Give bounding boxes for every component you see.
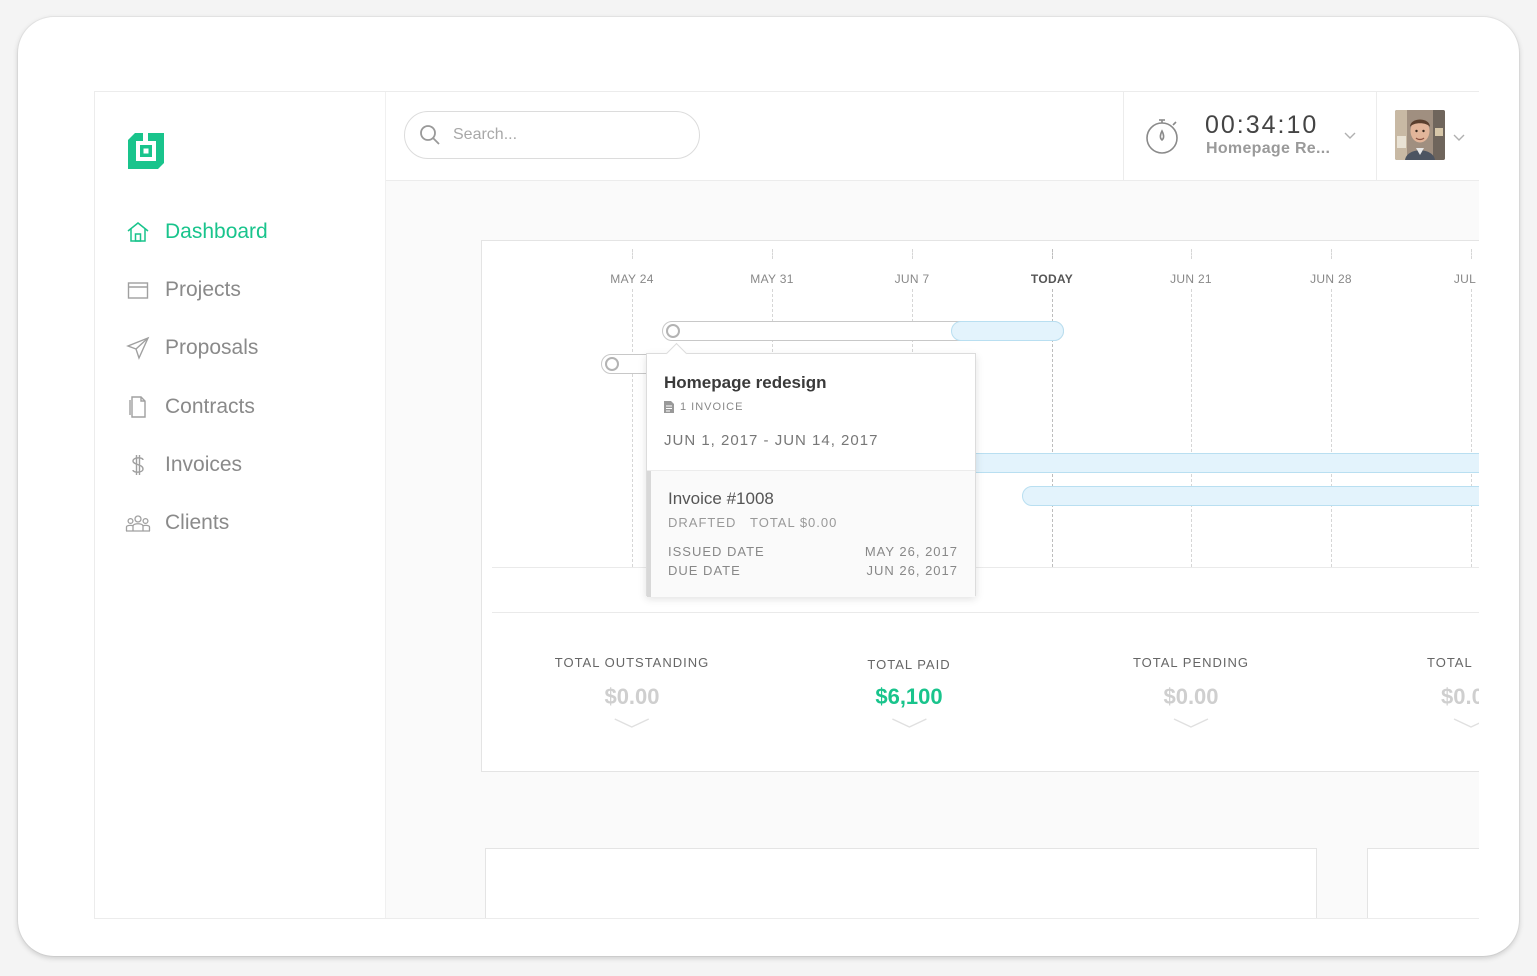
gridline — [632, 289, 633, 567]
gridline — [1471, 289, 1472, 567]
stat-total-paid[interactable]: TOTAL PAID $6,100 — [867, 657, 950, 730]
sidebar-item-label: Contracts — [165, 395, 255, 418]
sidebar-item-invoices[interactable]: Invoices — [125, 450, 242, 480]
invoice-status-line: DRAFTED TOTAL $0.00 — [668, 515, 837, 530]
issued-value: MAY 26, 2017 — [864, 544, 958, 559]
chevron-down-icon[interactable] — [1452, 130, 1466, 144]
chevron-down-icon[interactable] — [1173, 716, 1209, 730]
invoice-count-label: 1 INVOICE — [680, 401, 744, 413]
gridline — [1191, 249, 1192, 259]
stat-label: TOTAL — [1427, 655, 1473, 670]
project-bar-progress — [951, 321, 1064, 341]
people-icon — [125, 510, 151, 536]
sidebar-item-proposals[interactable]: Proposals — [125, 333, 258, 363]
sidebar-item-label: Dashboard — [165, 220, 268, 243]
app-window: Dashboard Projects Proposals Contracts I… — [94, 91, 1479, 919]
stat-total-pending[interactable]: TOTAL PENDING $0.00 — [1133, 655, 1249, 730]
chevron-down-icon[interactable] — [614, 716, 650, 730]
gridline — [1191, 289, 1192, 567]
chevron-down-icon[interactable] — [891, 716, 927, 730]
search-box[interactable] — [404, 111, 700, 159]
divider — [492, 612, 1479, 613]
time-tracker[interactable]: 00:34:10 Homepage Re... — [1123, 92, 1377, 180]
logo-icon[interactable] — [125, 130, 167, 172]
sidebar-item-dashboard[interactable]: Dashboard — [125, 217, 268, 247]
gridline — [1331, 289, 1332, 567]
timeline-date: MAY 31 — [750, 272, 794, 286]
sidebar-item-contracts[interactable]: Contracts — [125, 392, 255, 422]
popover-date-range: JUN 1, 2017 - JUN 14, 2017 — [664, 432, 879, 449]
dollar-icon — [125, 452, 151, 478]
invoice-total: TOTAL $0.00 — [750, 515, 838, 530]
stopwatch-icon — [1144, 114, 1184, 156]
send-icon — [125, 335, 151, 361]
gridline-today — [1052, 249, 1053, 259]
dashboard-card — [485, 848, 1317, 918]
file-icon — [664, 401, 674, 413]
sidebar-item-label: Proposals — [165, 336, 259, 359]
invoice-summary[interactable]: Invoice #1008 DRAFTED TOTAL $0.00 ISSUED… — [647, 470, 975, 597]
stat-value: $0.00 — [604, 684, 660, 709]
timeline-date: MAY 24 — [610, 272, 654, 286]
home-icon — [125, 219, 151, 245]
timer-project: Homepage Re... — [1206, 140, 1331, 157]
device-frame: Dashboard Projects Proposals Contracts I… — [18, 17, 1519, 956]
invoice-status-bar — [647, 471, 651, 597]
stat-label: TOTAL PENDING — [1132, 655, 1250, 670]
stat-label: TOTAL PAID — [867, 657, 951, 672]
stat-value: $6,100 — [875, 684, 943, 709]
timer-time: 00:34:10 — [1205, 111, 1319, 139]
divider — [492, 567, 1479, 568]
sidebar-item-clients[interactable]: Clients — [125, 508, 229, 538]
gridline — [1331, 249, 1332, 259]
project-popover: Homepage redesign 1 INVOICE JUN 1, 2017 … — [646, 342, 976, 597]
gridline — [772, 249, 773, 259]
invoice-name: Invoice #1008 — [668, 489, 774, 508]
timeline-date: JUN 7 — [894, 272, 930, 286]
invoice-issued-row: ISSUED DATE MAY 26, 2017 — [668, 544, 958, 559]
gridline — [632, 249, 633, 259]
search-input[interactable] — [451, 125, 675, 145]
due-value: JUN 26, 2017 — [866, 563, 958, 578]
project-start-node[interactable] — [666, 324, 680, 338]
stat-total-outstanding[interactable]: TOTAL OUTSTANDING $0.00 — [555, 655, 709, 730]
issued-label: ISSUED DATE — [668, 544, 765, 559]
avatar[interactable] — [1395, 110, 1445, 160]
stat-total[interactable]: TOTAL $0.00 — [1427, 655, 1479, 730]
chevron-down-icon[interactable] — [1453, 716, 1479, 730]
invoice-due-row: DUE DATE JUN 26, 2017 — [668, 563, 958, 578]
timeline-card: MAY 24 MAY 31 JUN 7 TODAY JUN 21 JUN 28 … — [481, 240, 1479, 772]
sidebar: Dashboard Projects Proposals Contracts I… — [95, 92, 386, 918]
stat-value: $0.00 — [1441, 684, 1479, 709]
dashboard-card — [1367, 848, 1479, 918]
popover-invoice-count: 1 INVOICE — [664, 401, 743, 413]
popover-arrow — [665, 342, 688, 365]
sidebar-item-projects[interactable]: Projects — [125, 275, 241, 305]
sidebar-item-label: Clients — [165, 511, 230, 534]
invoice-status: DRAFTED — [668, 515, 737, 530]
top-bar: 00:34:10 Homepage Re... — [386, 92, 1479, 181]
project-start-node[interactable] — [605, 357, 619, 371]
gridline — [912, 249, 913, 259]
chevron-down-icon[interactable] — [1343, 128, 1357, 142]
popover-title[interactable]: Homepage redesign — [664, 373, 827, 393]
folder-icon — [125, 277, 151, 303]
gridline — [1471, 249, 1472, 259]
project-bar[interactable] — [1022, 486, 1479, 506]
due-label: DUE DATE — [668, 563, 741, 578]
timeline-date: JUL — [1453, 272, 1477, 286]
sidebar-item-label: Projects — [165, 278, 241, 301]
stat-label: TOTAL OUTSTANDING — [554, 655, 710, 670]
document-icon — [125, 394, 151, 420]
timeline-date-today: TODAY — [1030, 272, 1074, 286]
search-icon — [417, 122, 443, 148]
sidebar-item-label: Invoices — [165, 453, 243, 476]
project-bar[interactable] — [972, 453, 1479, 473]
timeline-date: JUN 28 — [1310, 272, 1352, 286]
timeline-date: JUN 21 — [1170, 272, 1212, 286]
stat-value: $0.00 — [1163, 684, 1219, 709]
